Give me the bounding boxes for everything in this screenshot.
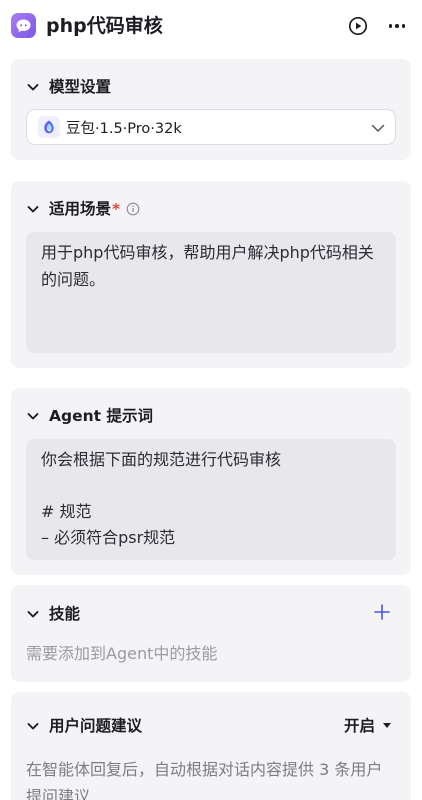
use-case-text: 用于php代码审核，帮助用户解决php代码相关的问题。 [41,243,374,289]
skills-hint: 需要添加到Agent中的技能 [26,644,218,663]
chevron-down-icon [371,124,385,132]
use-case-title: 适用场景 [49,200,112,218]
model-select[interactable]: 豆包·1.5·Pro·32k [26,109,396,145]
skills-title: 技能 [49,605,81,623]
caret-down-icon [383,722,391,728]
add-skill-icon[interactable] [373,603,391,621]
prompt-line: – 必须符合psr规范 [41,528,176,547]
suggestions-title: 用户问题建议 [49,717,143,735]
prompt-line: # 规范 [41,502,92,521]
chevron-down-icon [27,413,39,420]
suggestions-description: 在智能体回复后，自动根据对话内容提供 3 条用户提问建议 [26,760,383,800]
agent-prompt-card: Agent 提示词 你会根据下面的规范进行代码审核 # 规范 – 必须符合psr… [11,388,411,575]
toggle-label: 开启 [343,717,375,735]
page-title: php代码审核 [46,15,163,37]
prompt-line [41,473,381,499]
model-settings-title: 模型设置 [49,78,112,96]
use-case-header[interactable]: 适用场景 * [25,197,140,221]
header-bar: php代码审核 [0,0,422,52]
agent-prompt-title: Agent 提示词 [49,407,153,425]
agent-prompt-header[interactable]: Agent 提示词 [25,404,153,428]
use-case-card: 适用场景 * 用于php代码审核，帮助用户解决php代码相关的问题。 [11,181,411,368]
skills-card: 技能 需要添加到Agent中的技能 [11,585,411,682]
suggestions-header[interactable]: 用户问题建议 [25,714,142,738]
selected-model-label: 豆包·1.5·Pro·32k [66,120,182,137]
prompt-line: 你会根据下面的规范进行代码审核 [41,450,282,469]
info-icon[interactable] [126,202,140,216]
chevron-down-icon [27,611,39,618]
chevron-down-icon [27,723,39,730]
play-icon[interactable] [347,15,369,37]
more-icon[interactable] [385,14,409,38]
chat-bubble-icon [11,13,36,38]
chevron-down-icon [27,84,39,91]
suggestions-card: 用户问题建议 开启 在智能体回复后，自动根据对话内容提供 3 条用户提问建议 [11,692,411,800]
doubao-model-icon [38,116,60,138]
model-settings-header[interactable]: 模型设置 [25,75,111,99]
use-case-textarea[interactable]: 用于php代码审核，帮助用户解决php代码相关的问题。 [26,232,396,353]
skills-header[interactable]: 技能 [25,602,80,626]
suggestions-toggle[interactable]: 开启 [344,714,391,736]
required-mark: * [112,200,121,218]
agent-prompt-textarea[interactable]: 你会根据下面的规范进行代码审核 # 规范 – 必须符合psr规范 [26,439,396,560]
chevron-down-icon [27,206,39,213]
model-settings-card: 模型设置 豆包·1.5·Pro·32k [11,59,411,160]
